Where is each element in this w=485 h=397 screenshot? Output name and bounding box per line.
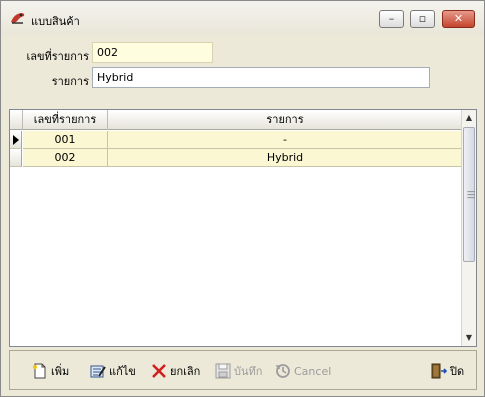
cancel-button[interactable]: Cancel <box>275 361 331 381</box>
save-label: บันทึก <box>234 365 263 378</box>
edit-button[interactable]: แก้ไข <box>90 361 136 381</box>
undo-icon <box>276 364 290 378</box>
code-field[interactable]: 002 <box>92 42 213 63</box>
scroll-thumb[interactable]: — — — <box>463 127 475 262</box>
action-toolbar: เพิ่ม แก้ไข ยกเลิก บันทึก Cancel ปิด <box>9 350 477 390</box>
close-window-button[interactable]: ✕ <box>442 10 475 28</box>
exit-door-icon <box>431 363 447 379</box>
grid-header: เลขที่รายการ รายการ <box>10 110 462 130</box>
items-grid[interactable]: เลขที่รายการ รายการ 001 - 002 Hybrid ▲ —… <box>9 109 477 347</box>
detail-form: เลขที่รายการ 002 รายการ Hybrid <box>7 36 478 106</box>
scroll-up-icon[interactable]: ▲ <box>462 110 476 126</box>
minimize-button[interactable]: – <box>379 10 404 28</box>
cell-code[interactable]: 001 <box>23 131 108 149</box>
scroll-down-icon[interactable]: ▼ <box>462 330 476 346</box>
new-document-icon <box>33 363 46 379</box>
close-label: ปิด <box>450 365 465 378</box>
name-label: รายการ <box>51 75 89 88</box>
edit-icon <box>90 365 106 378</box>
add-button[interactable]: เพิ่ม <box>32 361 69 381</box>
delete-button[interactable]: ยกเลิก <box>151 361 200 381</box>
row-pointer-icon <box>13 135 19 145</box>
column-header-name[interactable]: รายการ <box>108 110 462 130</box>
table-row[interactable]: 002 Hybrid <box>10 149 462 167</box>
app-icon <box>11 13 25 24</box>
current-row-indicator[interactable] <box>10 131 22 149</box>
cell-name[interactable]: Hybrid <box>108 149 462 167</box>
cell-name[interactable]: - <box>108 131 462 149</box>
add-label: เพิ่ม <box>51 365 70 378</box>
close-button[interactable]: ปิด <box>431 361 464 381</box>
name-field[interactable]: Hybrid <box>92 67 430 88</box>
maximize-button[interactable]: ▫ <box>410 10 435 28</box>
vertical-scrollbar[interactable]: ▲ — — — ▼ <box>461 110 476 346</box>
column-header-code[interactable]: เลขที่รายการ <box>23 110 108 130</box>
edit-label: แก้ไข <box>109 365 136 378</box>
code-label: เลขที่รายการ <box>26 50 89 63</box>
row-selector-header <box>10 110 23 130</box>
table-row[interactable]: 001 - <box>10 131 462 149</box>
grip-icon: — — — <box>467 187 475 202</box>
delete-label: ยกเลิก <box>170 365 201 378</box>
window-title: แบบสินค้า <box>31 15 80 28</box>
cell-code[interactable]: 002 <box>23 149 108 167</box>
cancel-label: Cancel <box>294 364 332 378</box>
save-button[interactable]: บันทึก <box>215 361 262 381</box>
title-bar[interactable]: แบบสินค้า – ▫ ✕ <box>1 1 484 35</box>
product-type-window: แบบสินค้า – ▫ ✕ เลขที่รายการ 002 รายการ … <box>0 0 485 397</box>
delete-x-icon <box>152 364 166 378</box>
row-selector[interactable] <box>10 149 22 167</box>
save-disk-icon <box>215 363 231 379</box>
